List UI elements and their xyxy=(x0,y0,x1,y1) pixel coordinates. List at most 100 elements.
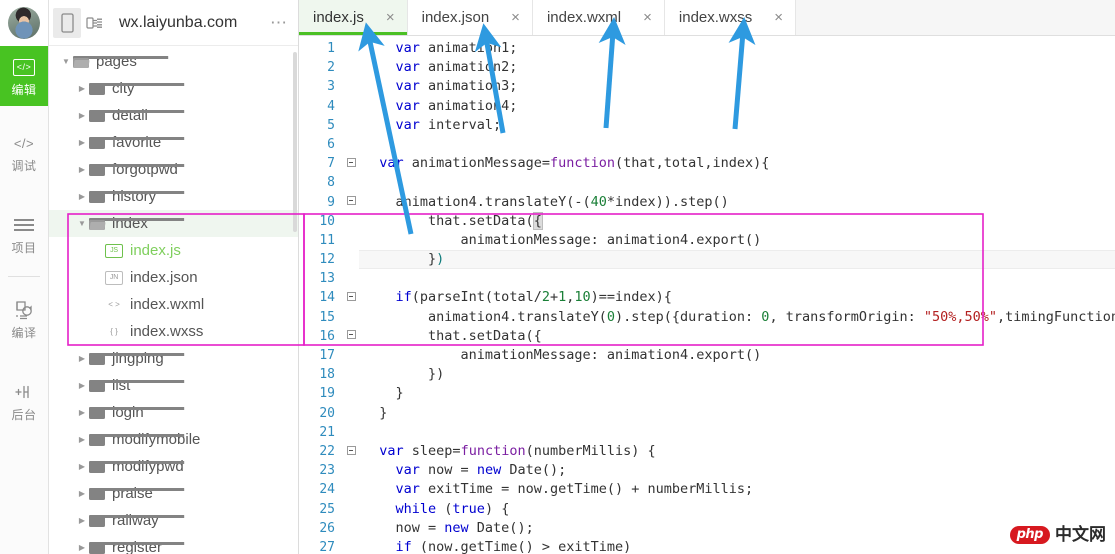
tree-item-index[interactable]: ▼index xyxy=(49,210,298,237)
code-text[interactable]: animation4.translateY(0).step({duration:… xyxy=(359,308,1115,327)
code-text[interactable] xyxy=(359,269,1115,288)
chevron-right-icon[interactable]: ▶ xyxy=(75,166,89,174)
tree-item-index-wxss[interactable]: { }index.wxss xyxy=(49,318,298,345)
close-icon[interactable]: × xyxy=(386,10,395,25)
activity-item-debug[interactable]: </> 调试 xyxy=(0,122,48,182)
tree-item-city[interactable]: ▶city xyxy=(49,75,298,102)
code-text[interactable]: var animation3; xyxy=(359,77,1115,96)
close-icon[interactable]: × xyxy=(774,10,783,25)
device-preview-icon[interactable] xyxy=(53,8,81,38)
code-text[interactable]: while (true) { xyxy=(359,500,1115,519)
chevron-down-icon[interactable]: ▼ xyxy=(59,58,73,66)
code-line[interactable]: 19 } xyxy=(299,384,1115,403)
activity-item-project[interactable]: 项目 xyxy=(0,204,48,264)
code-text[interactable] xyxy=(359,173,1115,192)
code-line[interactable]: 9 animation4.translateY(-(40*index)).ste… xyxy=(299,193,1115,212)
tree-item-railway[interactable]: ▶railway xyxy=(49,507,298,534)
chevron-right-icon[interactable]: ▶ xyxy=(75,112,89,120)
fold-collapse-icon[interactable] xyxy=(343,196,359,208)
code-line[interactable]: 27 if (now.getTime() > exitTime) xyxy=(299,538,1115,554)
code-text[interactable]: } xyxy=(359,384,1115,403)
code-text[interactable]: var now = new Date(); xyxy=(359,461,1115,480)
file-tree[interactable]: ▼pages▶city▶detail▶favorite▶forgotpwd▶hi… xyxy=(49,46,298,554)
code-line[interactable]: 8 xyxy=(299,173,1115,192)
chevron-right-icon[interactable]: ▶ xyxy=(75,463,89,471)
code-lines[interactable]: 1 var animation1;2 var animation2;3 var … xyxy=(299,36,1115,554)
code-text[interactable]: var animation1; xyxy=(359,39,1115,58)
tree-structure-icon[interactable] xyxy=(81,8,109,38)
code-text[interactable]: that.setData({ xyxy=(359,327,1115,346)
chevron-right-icon[interactable]: ▶ xyxy=(75,139,89,147)
chevron-down-icon[interactable]: ▼ xyxy=(75,220,89,228)
code-text[interactable]: var exitTime = now.getTime() + numberMil… xyxy=(359,480,1115,499)
avatar[interactable] xyxy=(8,7,40,39)
chevron-right-icon[interactable]: ▶ xyxy=(75,193,89,201)
editor-tab-index-json[interactable]: index.json× xyxy=(408,0,533,35)
tree-scrollbar[interactable] xyxy=(293,52,297,232)
tree-item-favorite[interactable]: ▶favorite xyxy=(49,129,298,156)
code-text[interactable]: animationMessage: animation4.export() xyxy=(359,231,1115,250)
fold-collapse-icon[interactable] xyxy=(343,446,359,458)
fold-collapse-icon[interactable] xyxy=(343,292,359,304)
code-line[interactable]: 23 var now = new Date(); xyxy=(299,461,1115,480)
code-text[interactable]: var animation2; xyxy=(359,58,1115,77)
code-text[interactable]: }) xyxy=(359,250,1115,269)
code-line[interactable]: 18 }) xyxy=(299,365,1115,384)
code-text[interactable] xyxy=(359,423,1115,442)
code-line[interactable]: 26 now = new Date(); xyxy=(299,519,1115,538)
code-text[interactable]: } xyxy=(359,404,1115,423)
tree-item-modifypwd[interactable]: ▶modifypwd xyxy=(49,453,298,480)
code-line[interactable]: 16 that.setData({ xyxy=(299,327,1115,346)
fold-collapse-icon[interactable] xyxy=(343,158,359,170)
fold-collapse-icon[interactable] xyxy=(343,330,359,342)
code-text[interactable]: }) xyxy=(359,365,1115,384)
chevron-right-icon[interactable]: ▶ xyxy=(75,517,89,525)
tree-item-index-json[interactable]: JNindex.json xyxy=(49,264,298,291)
code-line[interactable]: 7 var animationMessage=function(that,tot… xyxy=(299,154,1115,173)
code-line[interactable]: 12 }) xyxy=(299,250,1115,269)
code-text[interactable]: animation4.translateY(-(40*index)).step(… xyxy=(359,193,1115,212)
chevron-right-icon[interactable]: ▶ xyxy=(75,490,89,498)
code-text[interactable] xyxy=(359,135,1115,154)
code-line[interactable]: 5 var interval; xyxy=(299,116,1115,135)
close-icon[interactable]: × xyxy=(643,10,652,25)
code-line[interactable]: 22 var sleep=function(numberMillis) { xyxy=(299,442,1115,461)
code-editor[interactable]: 1 var animation1;2 var animation2;3 var … xyxy=(299,36,1115,554)
code-line[interactable]: 6 xyxy=(299,135,1115,154)
code-line[interactable]: 17 animationMessage: animation4.export() xyxy=(299,346,1115,365)
code-line[interactable]: 10 that.setData({ xyxy=(299,212,1115,231)
code-line[interactable]: 25 while (true) { xyxy=(299,500,1115,519)
tree-item-pages[interactable]: ▼pages xyxy=(49,48,298,75)
activity-item-backend[interactable]: 后台 xyxy=(0,371,48,431)
activity-item-compile[interactable]: 编译 xyxy=(0,289,48,349)
code-line[interactable]: 14 if(parseInt(total/2+1,10)==index){ xyxy=(299,288,1115,307)
code-line[interactable]: 13 xyxy=(299,269,1115,288)
code-line[interactable]: 3 var animation3; xyxy=(299,77,1115,96)
editor-tab-index-wxml[interactable]: index.wxml× xyxy=(533,0,665,35)
chevron-right-icon[interactable]: ▶ xyxy=(75,436,89,444)
more-options-icon[interactable]: ⋯ xyxy=(268,18,290,28)
code-text[interactable]: var animation4; xyxy=(359,97,1115,116)
chevron-right-icon[interactable]: ▶ xyxy=(75,382,89,390)
chevron-right-icon[interactable]: ▶ xyxy=(75,409,89,417)
activity-item-edit[interactable]: </> 编辑 xyxy=(0,46,48,106)
tree-item-index-js[interactable]: JSindex.js xyxy=(49,237,298,264)
chevron-right-icon[interactable]: ▶ xyxy=(75,544,89,552)
chevron-right-icon[interactable]: ▶ xyxy=(75,355,89,363)
code-line[interactable]: 21 xyxy=(299,423,1115,442)
tree-item-jingping[interactable]: ▶jingping xyxy=(49,345,298,372)
code-line[interactable]: 11 animationMessage: animation4.export() xyxy=(299,231,1115,250)
code-line[interactable]: 4 var animation4; xyxy=(299,97,1115,116)
code-text[interactable]: if (now.getTime() > exitTime) xyxy=(359,538,1115,554)
tree-item-forgotpwd[interactable]: ▶forgotpwd xyxy=(49,156,298,183)
tree-item-register[interactable]: ▶register xyxy=(49,534,298,554)
code-line[interactable]: 1 var animation1; xyxy=(299,39,1115,58)
code-text[interactable]: now = new Date(); xyxy=(359,519,1115,538)
avatar-container[interactable] xyxy=(0,0,48,46)
editor-tab-index-js[interactable]: index.js× xyxy=(299,0,408,35)
code-text[interactable]: var interval; xyxy=(359,116,1115,135)
tree-item-detail[interactable]: ▶detail xyxy=(49,102,298,129)
tree-item-modifymobile[interactable]: ▶modifymobile xyxy=(49,426,298,453)
tree-item-login[interactable]: ▶login xyxy=(49,399,298,426)
tree-item-history[interactable]: ▶history xyxy=(49,183,298,210)
